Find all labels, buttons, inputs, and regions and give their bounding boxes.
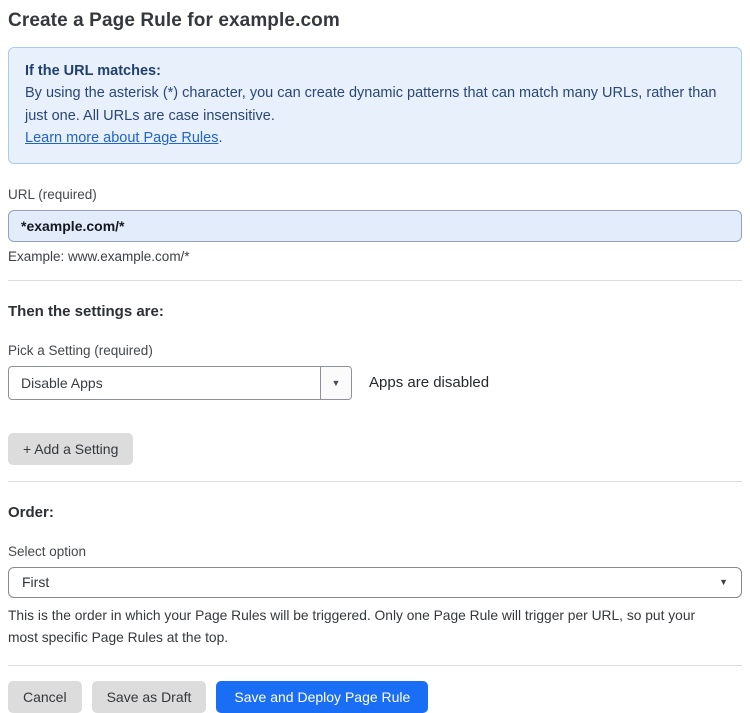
setting-dropdown-value: Disable Apps bbox=[21, 374, 103, 391]
pick-setting-label: Pick a Setting (required) bbox=[8, 342, 153, 358]
save-and-deploy-button[interactable]: Save and Deploy Page Rule bbox=[216, 681, 429, 713]
learn-more-link[interactable]: Learn more about Page Rules bbox=[25, 130, 218, 146]
order-dropdown[interactable]: First ▼ bbox=[8, 566, 742, 598]
divider bbox=[8, 279, 742, 281]
divider bbox=[8, 665, 742, 666]
order-select-label: Select option bbox=[8, 543, 87, 559]
url-input[interactable] bbox=[8, 209, 742, 242]
url-field-label: URL (required) bbox=[8, 186, 97, 202]
order-help-text: This is the order in which your Page Rul… bbox=[8, 607, 696, 645]
save-as-draft-button[interactable]: Save as Draft bbox=[91, 681, 207, 713]
setting-status-text: Apps are disabled bbox=[369, 374, 490, 392]
info-box-link-line: Learn more about Page Rules. bbox=[25, 127, 725, 149]
page-title: Create a Page Rule for example.com bbox=[8, 10, 340, 31]
info-box-body: By using the asterisk (*) character, you… bbox=[25, 85, 717, 124]
order-section-heading: Order: bbox=[8, 503, 54, 521]
divider bbox=[8, 480, 742, 482]
setting-dropdown[interactable]: Disable Apps ▼ bbox=[8, 365, 352, 400]
url-match-info-box: If the URL matches: By using the asteris… bbox=[8, 47, 742, 164]
cancel-button[interactable]: Cancel bbox=[8, 681, 82, 713]
chevron-down-icon: ▼ bbox=[719, 577, 728, 588]
order-dropdown-value: First bbox=[22, 574, 50, 591]
info-box-heading: If the URL matches: bbox=[25, 63, 161, 79]
setting-row: Disable Apps ▼ Apps are disabled bbox=[8, 365, 742, 400]
settings-section-heading: Then the settings are: bbox=[8, 302, 164, 320]
chevron-down-icon[interactable]: ▼ bbox=[320, 366, 351, 399]
add-setting-button[interactable]: + Add a Setting bbox=[8, 432, 134, 465]
link-suffix: . bbox=[218, 130, 223, 147]
footer-action-bar: Cancel Save as Draft Save and Deploy Pag… bbox=[8, 681, 742, 713]
url-example-text: Example: www.example.com/* bbox=[8, 248, 190, 264]
